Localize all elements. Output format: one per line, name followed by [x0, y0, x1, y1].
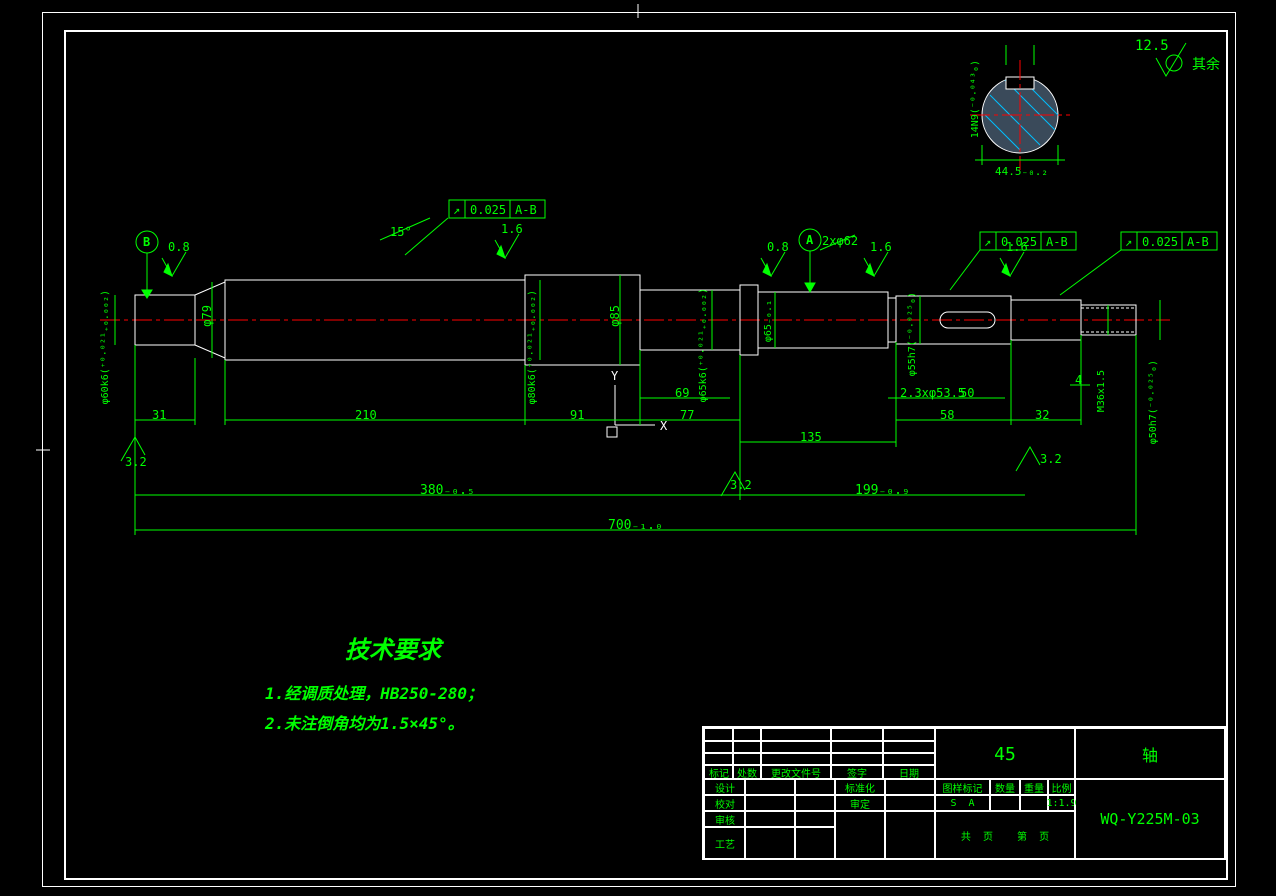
dim-2x62: 2xφ62	[822, 234, 858, 248]
gdt1-ref: A-B	[515, 203, 537, 217]
tech-note2: 2.未注倒角均为1.5×45°。	[265, 710, 464, 734]
gdt3-ref: A-B	[1187, 235, 1209, 249]
gdt3-sym: ↗	[1125, 235, 1132, 249]
d50: φ50h7(⁻⁰·⁰²⁵₀)	[1148, 360, 1159, 444]
sf6: 3.2	[125, 455, 147, 469]
dim-31: 31	[152, 408, 166, 422]
sf2: 1.6	[501, 222, 523, 236]
gdt2-ref: A-B	[1046, 235, 1068, 249]
dim-700: 700₋₁.₀	[608, 518, 663, 533]
surf-default-val: 12.5	[1135, 38, 1169, 54]
d80: φ80k6(⁺⁰·⁰²¹₊₀.₀₀₂)	[527, 290, 538, 404]
tech-note1: 1.经调质处理，HB250-280；	[265, 680, 483, 704]
dim-199: 199₋₀.₉	[855, 483, 910, 498]
title-block: 标记 处数 更改文件号 签字 日期 45 轴 设计 校对 审核 工艺 标准化 审…	[702, 726, 1226, 860]
dim-4: 4	[1075, 373, 1082, 387]
tb-partname: 轴	[1074, 728, 1226, 780]
d65: φ65₋₀.₁	[763, 300, 774, 342]
d79: φ79	[200, 305, 214, 327]
d65k6: φ65k6(⁺⁰·⁰²¹₊₀.₀₀₂)	[698, 288, 709, 402]
gdt1-sym: ↗	[453, 203, 460, 217]
dim-380: 380₋₀.₅	[420, 483, 475, 498]
sf8: 3.2	[1040, 452, 1062, 466]
dim-groove1: 2.3xφ53.5	[900, 386, 965, 400]
dim-69: 69	[675, 386, 689, 400]
gdt1-tol: 0.025	[470, 203, 506, 217]
tech-title: 技术要求	[345, 630, 441, 665]
d60: φ60k6(⁺⁰·⁰²¹₊₀.₀₀₂)	[100, 290, 111, 404]
thread: M36x1.5	[1096, 370, 1107, 412]
datum-a: A	[806, 233, 813, 247]
sf3: 0.8	[767, 240, 789, 254]
sf4: 1.6	[870, 240, 892, 254]
dim-210: 210	[355, 408, 377, 422]
key-d: 44.5₋₀.₂	[995, 165, 1048, 178]
sf7: 3.2	[730, 478, 752, 492]
dim-135: 135	[800, 430, 822, 444]
dim-15deg: 15°	[390, 225, 412, 239]
tb-drawingno: WQ-Y225M-03	[1074, 778, 1226, 860]
key-w: 14N9(⁻⁰·⁰⁴³₀)	[970, 60, 981, 138]
datum-b: B	[143, 235, 150, 249]
tb-material: 45	[934, 728, 1076, 780]
d55: φ55h7(⁻⁰·⁰²⁵₀)	[907, 292, 918, 376]
dim-58: 58	[940, 408, 954, 422]
d85: φ85	[608, 305, 622, 327]
sf1: 0.8	[168, 240, 190, 254]
surf-default-label: 其余	[1192, 54, 1220, 74]
dim-91: 91	[570, 408, 584, 422]
gdt3-tol: 0.025	[1142, 235, 1178, 249]
dim-77: 77	[680, 408, 694, 422]
gdt2-sym: ↗	[984, 235, 991, 249]
gdt2-tol: 0.025	[1001, 235, 1037, 249]
dim-32: 32	[1035, 408, 1049, 422]
